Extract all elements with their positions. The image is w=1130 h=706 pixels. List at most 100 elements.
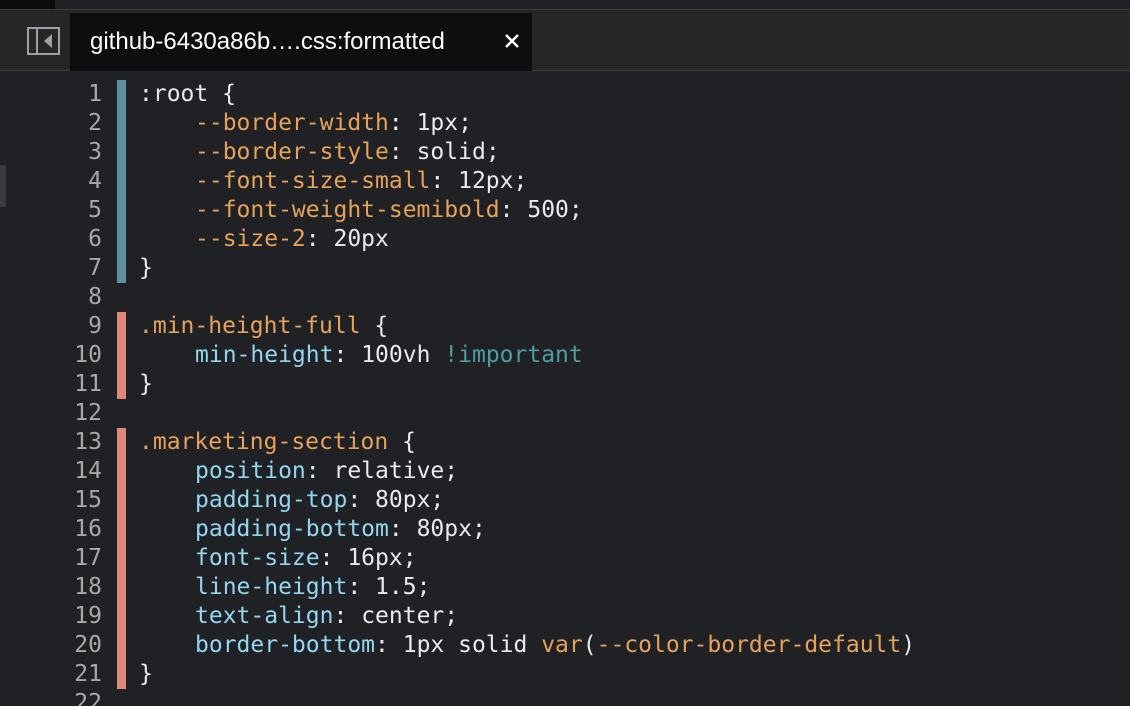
code-line[interactable]: 7}	[0, 254, 1130, 283]
code-text: .marketing-section {	[139, 428, 416, 457]
code-token: 80px	[375, 487, 431, 513]
line-number: 16	[74, 516, 102, 542]
code-token: :	[499, 197, 528, 223]
code-token: position	[195, 458, 306, 484]
code-line[interactable]: 3 --border-style: solid;	[0, 138, 1130, 167]
line-number: 15	[74, 487, 102, 513]
code-token: padding-bottom	[195, 516, 389, 542]
code-text: padding-bottom: 80px;	[139, 515, 486, 544]
code-token: font-size	[195, 545, 320, 571]
line-number: 10	[74, 342, 102, 368]
coverage-marker	[117, 544, 126, 573]
coverage-marker	[117, 660, 126, 689]
code-token: border-bottom	[195, 632, 376, 658]
coverage-marker	[117, 80, 126, 109]
code-token: 12px	[458, 168, 514, 194]
code-line[interactable]: 18 line-height: 1.5;	[0, 573, 1130, 602]
line-number: 13	[74, 429, 102, 455]
coverage-marker	[117, 167, 126, 196]
code-token: text-align	[195, 603, 334, 629]
code-text: }	[139, 254, 153, 283]
line-number: 17	[74, 545, 102, 571]
coverage-marker	[117, 196, 126, 225]
code-text: border-bottom: 1px solid var(--color-bor…	[139, 631, 915, 660]
line-number: 1	[88, 81, 102, 107]
code-line[interactable]: 2 --border-width: 1px;	[0, 109, 1130, 138]
code-line[interactable]: 5 --font-weight-semibold: 500;	[0, 196, 1130, 225]
close-icon[interactable]	[500, 29, 524, 53]
code-line[interactable]: 6 --size-2: 20px	[0, 225, 1130, 254]
code-token: --size-2	[195, 226, 306, 252]
coverage-marker	[117, 341, 126, 370]
line-number: 9	[88, 313, 102, 339]
code-token: :	[305, 226, 334, 252]
code-text: --font-size-small: 12px;	[139, 167, 527, 196]
code-text: padding-top: 80px;	[139, 486, 444, 515]
line-number: 21	[74, 661, 102, 687]
code-token: {	[360, 313, 389, 339]
code-text: min-height: 100vh !important	[139, 341, 583, 370]
coverage-marker	[117, 370, 126, 399]
code-token: :	[347, 487, 376, 513]
code-token: --font-size-small	[195, 168, 431, 194]
code-line[interactable]: 8	[0, 283, 1130, 312]
code-token: .marketing-section	[139, 429, 389, 455]
code-token: :	[388, 516, 417, 542]
code-token: ;	[416, 574, 431, 600]
code-line[interactable]: 1:root {	[0, 80, 1130, 109]
line-number: 3	[88, 139, 102, 165]
top-strip-dark-block	[0, 0, 55, 9]
code-token: :	[388, 139, 417, 165]
coverage-marker	[117, 602, 126, 631]
code-line[interactable]: 15 padding-top: 80px;	[0, 486, 1130, 515]
code-token: relative	[333, 458, 445, 484]
code-line[interactable]: 21}	[0, 660, 1130, 689]
line-number: 5	[88, 197, 102, 223]
code-line[interactable]: 9 .min-height-full {	[0, 312, 1130, 341]
coverage-marker	[117, 254, 126, 283]
tab-active-file[interactable]: github-6430a86b….css:formatted	[70, 13, 532, 71]
editor-tab-bar: github-6430a86b….css:formatted	[0, 10, 1130, 71]
coverage-marker	[117, 631, 126, 660]
code-token: 80px	[416, 516, 472, 542]
code-line[interactable]: 11}	[0, 370, 1130, 399]
code-text: line-height: 1.5;	[139, 573, 430, 602]
code-token: ;	[430, 487, 445, 513]
code-line[interactable]: 14 position: relative;	[0, 457, 1130, 486]
line-number: 19	[74, 603, 102, 629]
code-token: 1px	[416, 110, 459, 136]
code-token: :	[319, 545, 348, 571]
code-line[interactable]: 4 --font-size-small: 12px;	[0, 167, 1130, 196]
line-number: 20	[74, 632, 102, 658]
code-token: :	[333, 342, 362, 368]
coverage-marker	[117, 428, 126, 457]
line-number: 2	[88, 110, 102, 136]
coverage-marker	[117, 515, 126, 544]
code-token: ;	[444, 458, 459, 484]
code-token: padding-top	[195, 487, 348, 513]
code-token: ;	[458, 110, 472, 136]
code-token: {	[388, 429, 416, 455]
coverage-marker	[117, 457, 126, 486]
code-line[interactable]: 13 .marketing-section {	[0, 428, 1130, 457]
sidebar-toggle-icon[interactable]	[26, 26, 61, 56]
line-number: 8	[88, 284, 102, 310]
code-line[interactable]: 16 padding-bottom: 80px;	[0, 515, 1130, 544]
code-line[interactable]: 12	[0, 399, 1130, 428]
code-token: 500	[527, 197, 569, 223]
code-token: :	[430, 168, 459, 194]
code-token: :root	[139, 81, 209, 107]
code-token: (	[582, 632, 597, 658]
code-line[interactable]: 10 min-height: 100vh !important	[0, 341, 1130, 370]
code-token: var	[541, 632, 583, 658]
code-line[interactable]: 17 font-size: 16px;	[0, 544, 1130, 573]
code-token: :	[375, 632, 403, 658]
code-editor[interactable]: 1 :root {2 --border-width: 1px; 3 --border-s…	[0, 72, 1130, 706]
code-line[interactable]: 19 text-align: center;	[0, 602, 1130, 631]
code-token: center	[361, 603, 445, 629]
code-token: .min-height-full	[139, 313, 361, 339]
line-number: 12	[74, 400, 102, 426]
code-line[interactable]: 20 border-bottom: 1px solid var(--color-b…	[0, 631, 1130, 660]
line-number: 14	[74, 458, 102, 484]
code-line[interactable]: 22	[0, 689, 1130, 706]
